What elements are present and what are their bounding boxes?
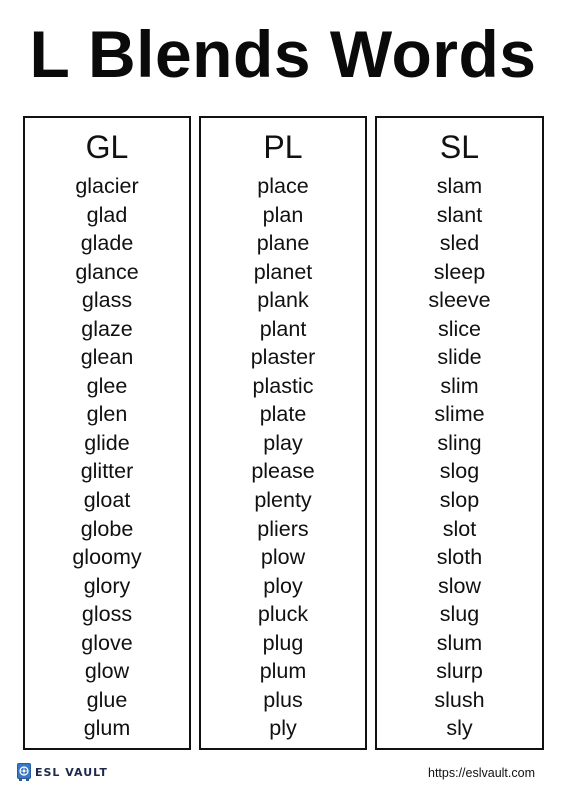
word-column-gl: GL glacier glad glade glance glass glaze glean… (23, 116, 191, 750)
word-list: place plan plane planet plank plant plaster pla… (201, 172, 365, 743)
word-item: slot (442, 516, 477, 541)
word-item: sling (437, 430, 482, 455)
word-column-pl: PL place plan plane planet plank plant plaster… (199, 116, 367, 750)
word-item: ply (269, 716, 297, 741)
brand-logo: ESL VAULT (17, 763, 108, 781)
word-item: glitter (80, 459, 134, 484)
word-item: glen (86, 402, 128, 427)
word-item: glance (75, 259, 139, 284)
word-item: gloss (81, 602, 133, 627)
word-item: pliers (257, 516, 309, 541)
word-item: slime (434, 402, 485, 427)
word-item: slop (439, 488, 480, 513)
vault-icon (17, 763, 31, 781)
word-item: slant (436, 202, 483, 227)
word-item: glue (86, 687, 128, 712)
word-item: slam (436, 174, 483, 198)
word-item: slug (439, 602, 480, 627)
word-item: planet (253, 259, 313, 284)
word-item: place (257, 174, 309, 198)
word-item: plow (260, 545, 306, 570)
word-item: plastic (252, 373, 314, 398)
word-item: plug (262, 630, 304, 655)
word-item: plaster (250, 345, 316, 370)
word-item: slow (437, 573, 481, 598)
word-item: glide (84, 430, 130, 455)
word-item: glaze (81, 316, 133, 341)
word-item: glee (86, 373, 128, 398)
word-item: please (251, 459, 315, 484)
word-item: plenty (254, 488, 312, 513)
brand-name: ESL VAULT (35, 765, 108, 779)
word-item: slice (437, 316, 481, 341)
page-title: L Blends Words (29, 17, 537, 91)
word-item: slog (439, 459, 480, 484)
word-item: glory (83, 573, 131, 598)
word-item: glove (81, 630, 133, 655)
word-item: slush (434, 687, 485, 712)
word-list: slam slant sled sleep sleeve slice slide slim sl… (377, 172, 542, 743)
word-item: slim (440, 373, 479, 398)
word-item: glass (81, 288, 133, 313)
word-item: slurp (436, 659, 483, 684)
word-item: plane (256, 231, 310, 256)
word-item: plum (259, 659, 307, 684)
word-item: glacier (75, 174, 139, 198)
word-item: plus (263, 687, 303, 712)
word-item: slum (436, 630, 483, 655)
column-heading: PL (263, 129, 303, 165)
word-item: plate (259, 402, 307, 427)
word-item: glade (80, 231, 134, 256)
word-item: sled (439, 231, 480, 256)
column-heading: SL (439, 129, 480, 165)
column-heading: GL (85, 129, 129, 165)
word-item: globe (80, 516, 134, 541)
word-item: glum (83, 716, 131, 741)
word-item: plan (262, 202, 304, 227)
word-item: plank (257, 288, 309, 313)
word-item: gloomy (72, 545, 142, 570)
word-item: sleeve (428, 288, 491, 313)
word-item: sly (446, 716, 473, 741)
word-item: slide (437, 345, 482, 370)
word-item: play (263, 430, 303, 455)
word-item: glad (86, 202, 128, 227)
word-item: sloth (436, 545, 483, 570)
word-item: gloat (83, 488, 131, 513)
word-item: ploy (263, 573, 303, 598)
word-item: pluck (257, 602, 309, 627)
word-item: glow (84, 659, 130, 684)
website-link[interactable]: https://eslvault.com (428, 766, 535, 780)
word-list: glacier glad glade glance glass glaze glean gle… (25, 172, 189, 743)
word-item: plant (259, 316, 307, 341)
word-item: glean (80, 345, 134, 370)
word-item: sleep (433, 259, 486, 284)
word-column-sl: SL slam slant sled sleep sleeve slice slide sli… (375, 116, 544, 750)
